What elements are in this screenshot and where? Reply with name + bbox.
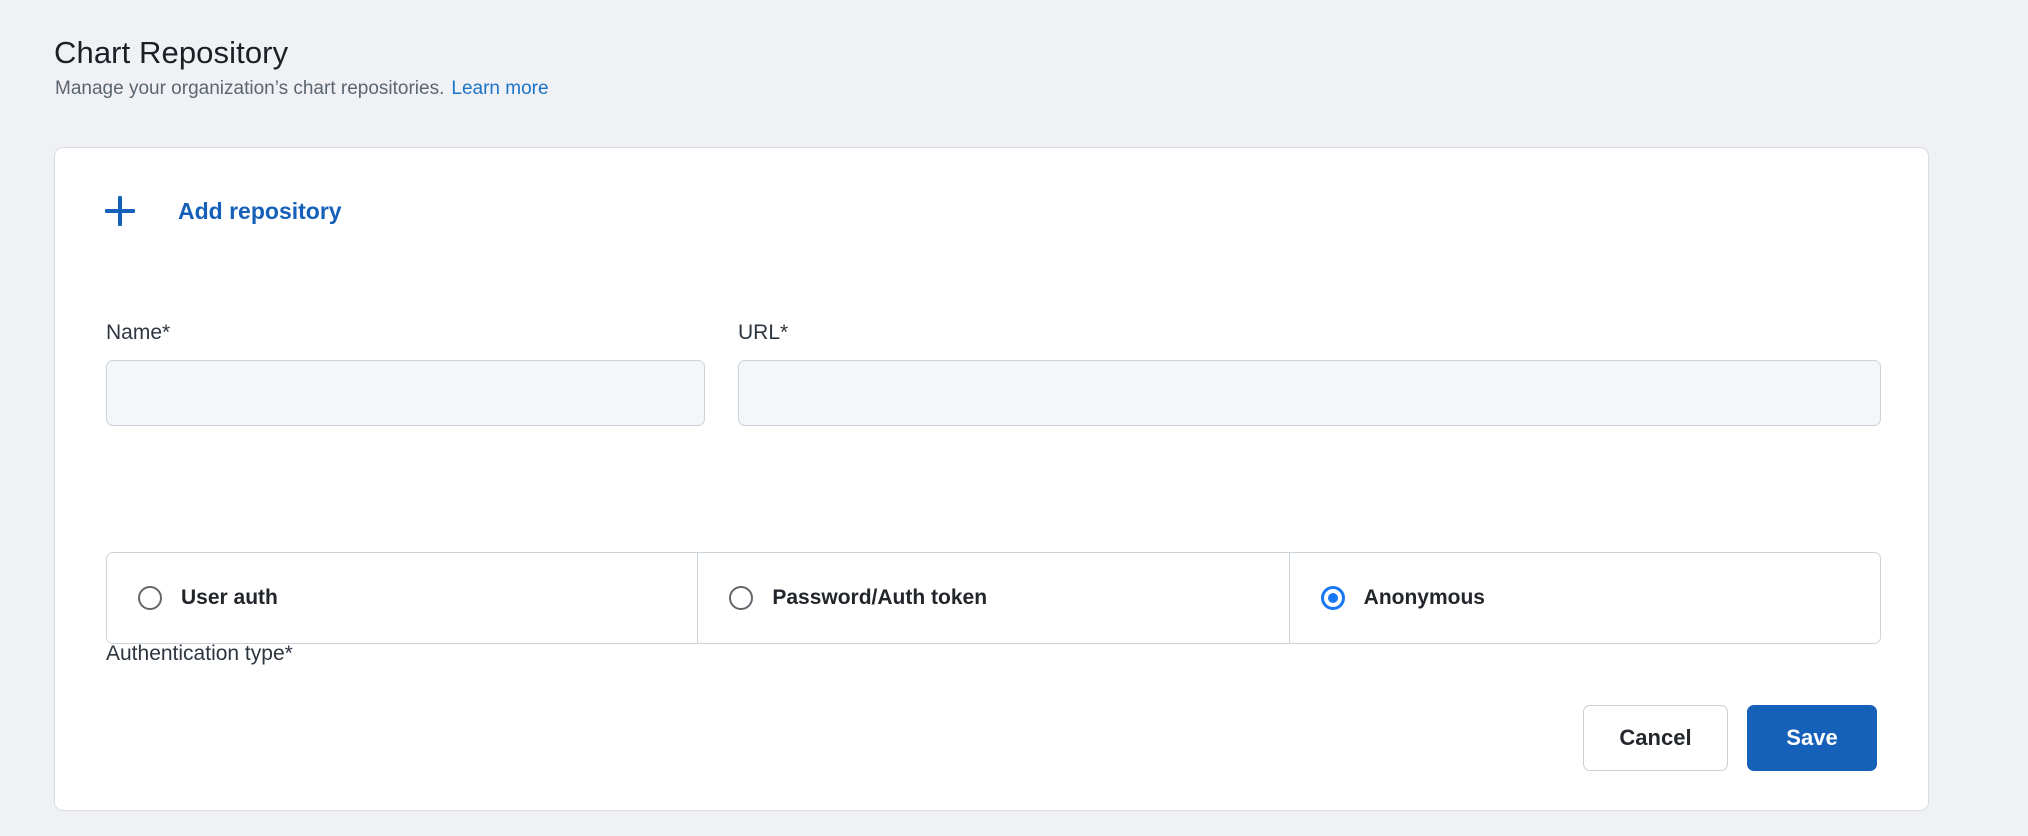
name-field-label: Name* xyxy=(106,321,171,344)
auth-option-password-auth-token[interactable]: Password/Auth token xyxy=(697,553,1289,643)
add-repository-button[interactable]: Add repository xyxy=(105,196,342,226)
radio-icon-anonymous[interactable] xyxy=(1320,586,1345,610)
auth-option-anonymous[interactable]: Anonymous xyxy=(1288,553,1880,643)
auth-option-label: User auth xyxy=(181,586,278,609)
save-button[interactable]: Save xyxy=(1747,705,1877,771)
name-input[interactable] xyxy=(106,360,705,426)
form-actions: Cancel Save xyxy=(1583,705,1877,771)
url-field-label: URL* xyxy=(738,321,789,344)
add-repository-card: Add repository Name* URL* Authentication… xyxy=(54,147,1929,811)
auth-option-user-auth[interactable]: User auth xyxy=(107,553,698,643)
plus-icon xyxy=(105,196,135,226)
page-title: Chart Repository xyxy=(54,34,289,70)
add-repository-label: Add repository xyxy=(178,197,342,224)
chart-repository-page: Chart Repository Manage your organizatio… xyxy=(0,0,2028,836)
authentication-type-label: Authentication type* xyxy=(106,642,293,665)
learn-more-link[interactable]: Learn more xyxy=(451,78,548,99)
radio-icon-password-auth-token[interactable] xyxy=(729,586,754,610)
page-subtitle: Manage your organization’s chart reposit… xyxy=(55,79,549,98)
auth-option-label: Anonymous xyxy=(1363,586,1485,609)
authentication-type-radio-group: User auth Password/Auth token Anonymous xyxy=(106,552,1881,644)
cancel-button[interactable]: Cancel xyxy=(1583,705,1728,771)
url-input[interactable] xyxy=(738,360,1881,426)
page-subtitle-text: Manage your organization’s chart reposit… xyxy=(55,78,445,99)
auth-option-label: Password/Auth token xyxy=(772,586,988,609)
radio-icon-user-auth[interactable] xyxy=(138,586,162,610)
